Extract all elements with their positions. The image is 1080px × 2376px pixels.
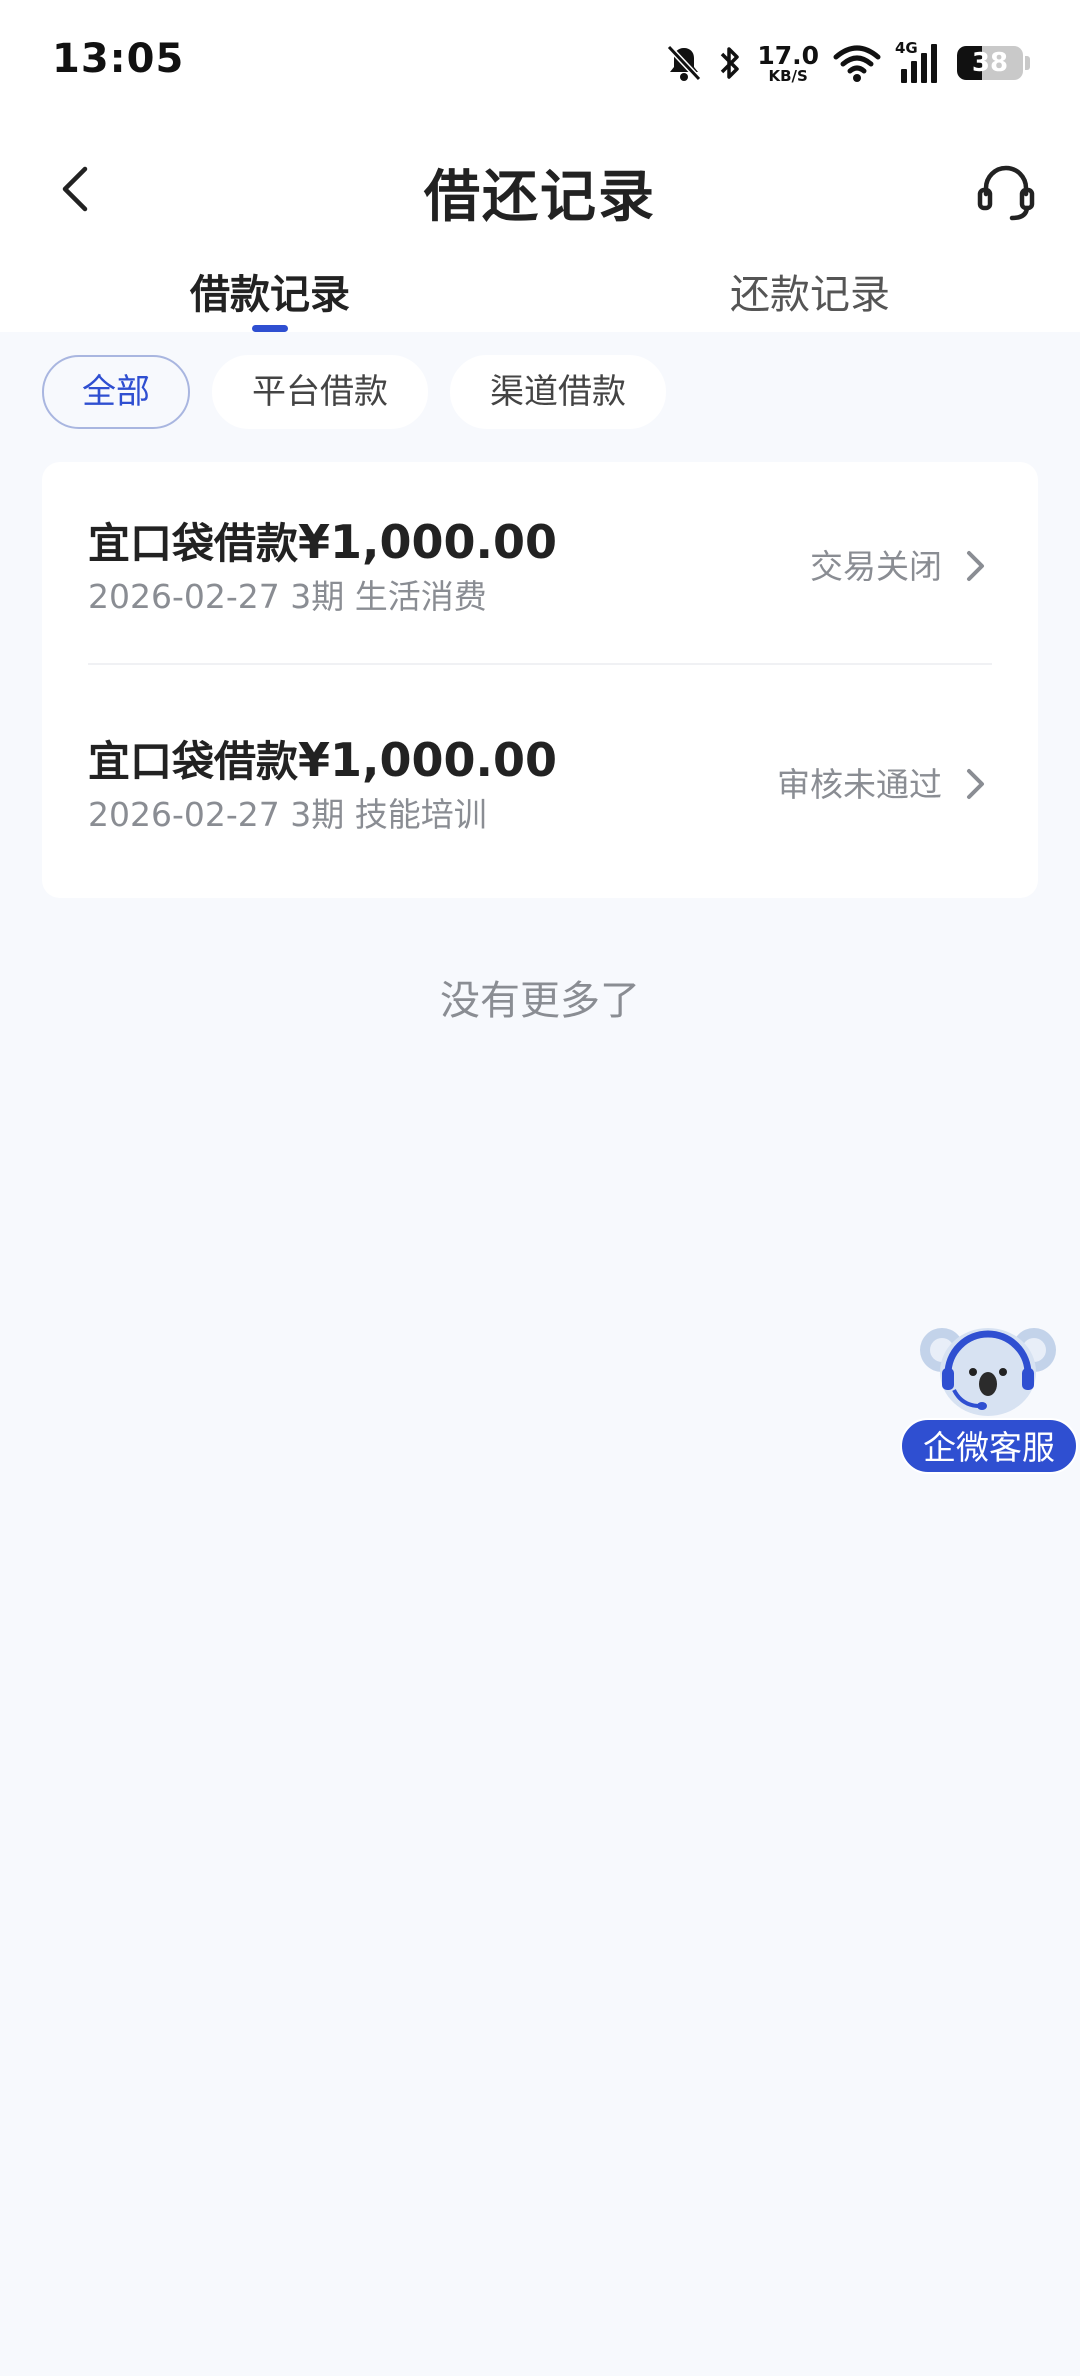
active-tab-indicator [252,325,288,332]
record-subtitle: 2026-02-27 3期 技能培训 [88,795,487,834]
records-card: 宜口袋借款¥1,000.00 2026-02-27 3期 生活消费 交易关闭 宜… [42,462,1038,898]
record-amount: ¥1,000.00 [298,515,558,569]
cellular-signal-icon: 4G [895,39,939,85]
floating-service-label: 企微客服 [900,1418,1078,1474]
headset-icon [977,165,1035,221]
record-item[interactable]: 宜口袋借款¥1,000.00 2026-02-27 3期 技能培训 审核未通过 [42,680,1038,898]
net-speed-unit: KB/S [768,66,808,85]
record-status: 交易关闭 [810,547,942,586]
status-time: 13:05 [52,36,185,82]
record-divider [88,663,992,665]
filter-platform-loan[interactable]: 平台借款 [212,355,428,429]
filter-all[interactable]: 全部 [42,355,190,429]
record-item[interactable]: 宜口袋借款¥1,000.00 2026-02-27 3期 生活消费 交易关闭 [42,462,1038,680]
net-speed-value: 17.0 [757,40,819,70]
record-title: 宜口袋借款¥1,000.00 [88,510,557,571]
record-tabs: 借款记录 还款记录 [0,252,1080,332]
battery-level: 38 [971,48,1009,78]
record-status: 审核未通过 [777,765,942,804]
battery-icon: 38 [957,46,1023,80]
net-speed: 17.0 KB/S [757,43,819,84]
record-amount: ¥1,000.00 [298,733,558,787]
record-title: 宜口袋借款¥1,000.00 [88,728,557,789]
nav-bar: 借还记录 [0,126,1080,252]
no-more-text: 没有更多了 [440,978,640,1024]
mute-bell-icon [667,44,702,82]
filter-channel-loan[interactable]: 渠道借款 [450,355,666,429]
bluetooth-icon [721,47,740,79]
chevron-right-icon [967,769,984,799]
status-icons: 17.0 KB/S 4G 38 [665,38,1030,88]
battery-cap [1025,56,1030,70]
record-name: 宜口袋借款 [88,737,299,786]
page-title: 借还记录 [424,165,656,230]
customer-service-button[interactable] [966,150,1046,230]
tab-loan-records[interactable]: 借款记录 [0,262,540,320]
wifi-icon [833,45,881,82]
record-subtitle: 2026-02-27 3期 生活消费 [88,577,487,616]
status-bar: 13:05 17.0 KB/S 4G 38 [0,0,1080,126]
chevron-right-icon [967,551,984,581]
filter-chips: 全部 平台借款 渠道借款 [42,355,666,429]
floating-service-button[interactable]: 企微客服 [898,1320,1080,1474]
record-name: 宜口袋借款 [88,519,299,568]
tab-repayment-records[interactable]: 还款记录 [540,262,1080,320]
